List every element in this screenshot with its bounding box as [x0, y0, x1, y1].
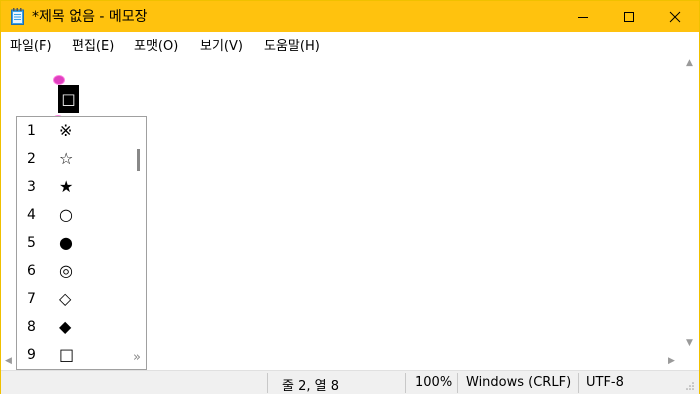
close-button[interactable]	[652, 1, 698, 32]
cursor-position: 줄 2, 열 8	[282, 379, 339, 394]
title-bar[interactable]: *제목 없음 - 메모장	[1, 1, 699, 32]
notepad-icon	[11, 8, 24, 25]
close-icon	[669, 11, 681, 22]
line-ending: Windows (CRLF)	[466, 375, 572, 390]
candidate-number: 6	[27, 263, 36, 279]
candidate-symbol: ☆	[59, 149, 74, 168]
candidate-number: 8	[27, 319, 36, 335]
candidate-number: 5	[27, 235, 36, 251]
status-divider	[457, 373, 458, 393]
scroll-up-icon[interactable]: ▲	[686, 58, 693, 68]
candidate-number: 3	[27, 179, 36, 195]
candidate-item[interactable]: 2 ☆	[17, 146, 132, 174]
candidate-item[interactable]: 6 ◎	[17, 258, 132, 286]
resize-grip-icon[interactable]	[685, 381, 695, 391]
candidate-item[interactable]: 9 □	[17, 342, 132, 370]
candidate-number: 2	[27, 151, 36, 167]
candidate-scrollbar[interactable]: »	[132, 117, 146, 369]
candidate-symbol: ●	[59, 233, 73, 252]
candidate-number: 9	[27, 347, 36, 363]
status-bar: 줄 2, 열 8 100% Windows (CRLF) UTF-8	[1, 370, 699, 394]
menu-view[interactable]: 보기(V)	[200, 35, 243, 54]
maximize-icon	[624, 11, 634, 22]
minimize-button[interactable]	[560, 1, 606, 32]
selected-character: □	[58, 85, 79, 113]
candidate-item[interactable]: 3 ★	[17, 174, 132, 202]
menu-bar: 파일(F) 편집(E) 포맷(O) 보기(V) 도움말(H)	[1, 32, 699, 54]
candidate-item[interactable]: 8 ◆	[17, 314, 132, 342]
menu-format[interactable]: 포맷(O)	[134, 35, 178, 54]
menu-help[interactable]: 도움말(H)	[264, 35, 320, 54]
status-divider	[267, 373, 268, 393]
menu-file[interactable]: 파일(F)	[10, 35, 52, 54]
vertical-scrollbar[interactable]: ▲ ▼	[681, 54, 699, 353]
symbol-candidate-list: 1 ※ 2 ☆ 3 ★ 4 ○ 5 ● 6 ◎ 7 ◇ 8 ◆ 9 □ »	[16, 116, 147, 370]
scroll-left-icon[interactable]: ◀	[5, 356, 12, 366]
more-candidates-icon[interactable]: »	[133, 350, 141, 365]
zoom-level: 100%	[415, 375, 453, 390]
candidate-item[interactable]: 7 ◇	[17, 286, 132, 314]
candidate-item[interactable]: 4 ○	[17, 202, 132, 230]
candidate-symbol: ○	[59, 205, 73, 224]
candidate-symbol: ◇	[59, 289, 72, 308]
minimize-icon	[578, 16, 588, 18]
menu-edit[interactable]: 편집(E)	[72, 35, 114, 54]
candidate-scroll-thumb[interactable]	[137, 149, 140, 171]
status-divider	[405, 373, 406, 393]
status-divider	[578, 373, 579, 393]
candidate-symbol: ★	[59, 177, 74, 196]
candidate-item[interactable]: 1 ※	[17, 118, 132, 146]
selection-handle-top[interactable]	[53, 75, 65, 85]
candidate-symbol: ◆	[59, 317, 72, 336]
candidate-number: 1	[27, 123, 36, 139]
candidate-symbol: □	[59, 345, 75, 364]
notepad-window: *제목 없음 - 메모장 파일(F) 편집(E) 포맷(O) 보기(V) 도움말…	[0, 0, 700, 394]
maximize-button[interactable]	[606, 1, 652, 32]
candidate-number: 4	[27, 207, 36, 223]
candidate-symbol: ※	[59, 121, 73, 140]
scroll-down-icon[interactable]: ▼	[686, 338, 693, 348]
scroll-right-icon[interactable]: ▶	[668, 356, 675, 366]
window-title: *제목 없음 - 메모장	[32, 9, 148, 25]
candidate-number: 7	[27, 291, 36, 307]
encoding: UTF-8	[586, 375, 624, 390]
candidate-symbol: ◎	[59, 261, 73, 280]
candidate-item[interactable]: 5 ●	[17, 230, 132, 258]
